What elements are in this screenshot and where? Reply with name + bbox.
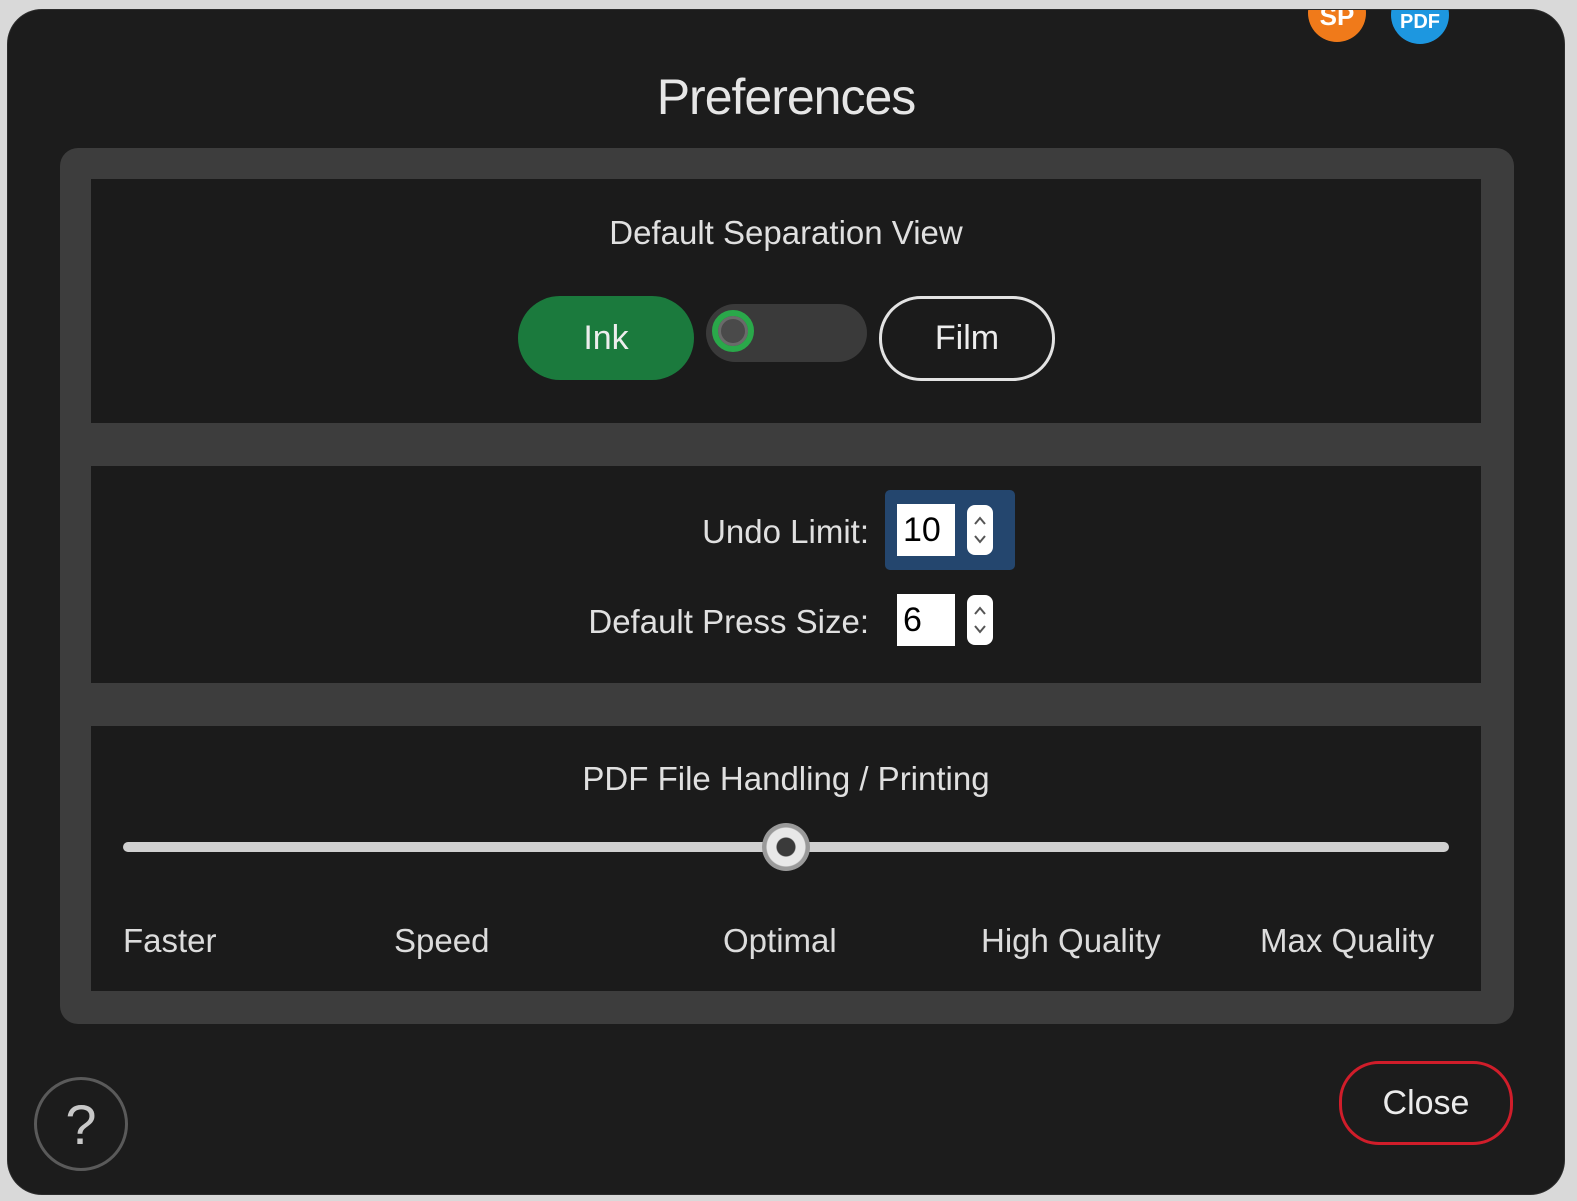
window-title: Preferences (656, 69, 917, 125)
separation-view-panel: Default Separation View Ink Film (91, 179, 1481, 423)
separation-view-heading: Default Separation View (609, 214, 963, 251)
stepper-arrows-icon (974, 516, 986, 544)
pdf-handling-panel: PDF File Handling / Printing Faster Spee… (91, 726, 1481, 991)
press-size-label: Default Press Size: (588, 603, 869, 640)
slider-knob[interactable] (762, 823, 810, 871)
undo-settings-panel: Undo Limit: Default Press Size: (91, 466, 1481, 683)
level-max-quality-label: Max Quality (1260, 922, 1435, 959)
film-button[interactable]: Film (879, 296, 1055, 381)
undo-limit-stepper[interactable] (967, 505, 993, 555)
preferences-window: SP PDF Preferences Default Separation Vi… (8, 10, 1564, 1194)
press-size-stepper[interactable] (967, 595, 993, 645)
help-button[interactable]: ? (34, 1077, 128, 1171)
undo-limit-field-focus-ring (885, 490, 1015, 570)
level-high-quality-label: High Quality (981, 922, 1161, 959)
level-speed-label: Speed (394, 922, 490, 959)
undo-limit-input[interactable] (897, 504, 955, 556)
sp-badge-icon: SP (1308, 10, 1366, 42)
pdf-badge-icon: PDF (1391, 10, 1449, 44)
preferences-frame: Default Separation View Ink Film Undo Li… (60, 148, 1514, 1024)
level-optimal-label: Optimal (723, 922, 837, 959)
press-size-input[interactable] (897, 594, 955, 646)
stepper-arrows-icon (974, 606, 986, 634)
separation-view-toggle[interactable] (706, 304, 867, 362)
level-faster-label: Faster (123, 922, 217, 959)
undo-limit-label: Undo Limit: (702, 513, 869, 550)
pdf-quality-slider[interactable] (123, 823, 1449, 871)
close-button[interactable]: Close (1339, 1061, 1513, 1145)
pdf-handling-heading: PDF File Handling / Printing (582, 760, 990, 797)
toggle-knob (712, 310, 754, 352)
press-size-field (897, 594, 993, 646)
ink-button[interactable]: Ink (518, 296, 694, 380)
